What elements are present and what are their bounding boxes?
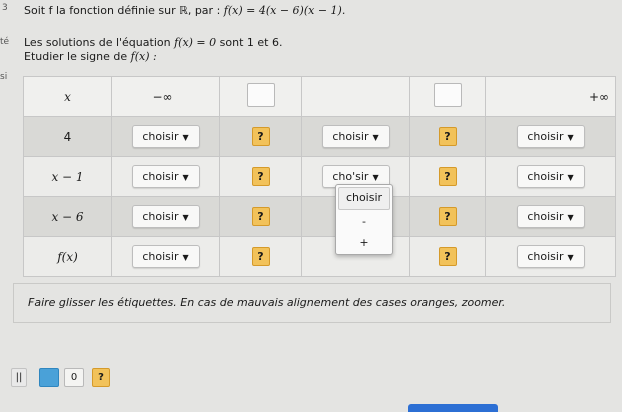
solutions-line: Les solutions de l'équation f(x) = 0 son… <box>24 36 282 49</box>
sign-select[interactable]: choisir ▼ <box>516 205 585 228</box>
question-number: 3 <box>2 3 8 13</box>
row-label: x − 6 <box>23 196 112 237</box>
intro-text: Soit f la fonction définie sur ℝ, par : <box>24 4 221 17</box>
chevron-down-icon: ▼ <box>372 173 379 182</box>
sign-select[interactable]: choisir ▼ <box>516 125 585 148</box>
task-line: Etudier le signe de f(x) : <box>24 50 157 63</box>
chevron-down-icon: ▼ <box>182 133 189 142</box>
zero-slot[interactable]: ? <box>438 207 457 226</box>
minus-infinity-cell: −∞ <box>111 76 220 117</box>
table-row: 4 choisir ▼ ? choisir ▼ ? choisir ▼ <box>23 116 616 157</box>
dropdown-option-choisir[interactable]: choisir <box>338 187 390 210</box>
drag-chip-zero[interactable]: 0 <box>64 368 84 387</box>
chevron-down-icon: ▼ <box>567 173 574 182</box>
minus-infinity: −∞ <box>152 89 173 104</box>
submit-button[interactable] <box>408 404 498 412</box>
zero-slot[interactable]: ? <box>438 127 457 146</box>
chevron-down-icon: ▼ <box>182 213 189 222</box>
sign-table: x −∞ +∞ 4 choisir ▼ ? choisir ▼ ? choisir ▼… <box>23 76 616 277</box>
solutions-end: sont 1 et 6. <box>219 36 283 49</box>
intro-line: Soit f la fonction définie sur ℝ, par : … <box>24 4 345 17</box>
drag-chip-question[interactable]: ? <box>92 368 110 387</box>
plus-infinity: +∞ <box>588 89 609 104</box>
zero-slot[interactable]: ? <box>438 167 457 186</box>
plus-infinity-cell: +∞ <box>485 76 616 117</box>
equation-formula: f(x) = 0 <box>174 36 217 49</box>
zero-slot[interactable]: ? <box>251 127 270 146</box>
root-slot-2[interactable] <box>409 76 486 117</box>
x-label: x <box>23 76 112 117</box>
chevron-down-icon: ▼ <box>567 253 574 262</box>
zero-slot[interactable]: ? <box>251 167 270 186</box>
task-formula: f(x) : <box>130 50 157 63</box>
empty-drop-box[interactable] <box>246 83 275 107</box>
chevron-down-icon: ▼ <box>182 173 189 182</box>
table-row: x − 6 choisir ▼ ? ? choisir ▼ <box>23 196 616 237</box>
zero-slot[interactable]: ? <box>251 247 270 266</box>
empty-drop-box[interactable] <box>433 83 462 107</box>
sign-select[interactable]: choisir ▼ <box>131 165 200 188</box>
zero-slot[interactable]: ? <box>251 207 270 226</box>
dropdown-option-plus[interactable]: + <box>336 233 392 254</box>
sign-select[interactable]: choisir ▼ <box>321 125 390 148</box>
row-label: 4 <box>23 116 112 157</box>
instruction-box: Faire glisser les étiquettes. En cas de … <box>13 283 611 323</box>
drag-chip-blank[interactable] <box>39 368 59 387</box>
row-label: f(x) <box>23 236 112 277</box>
function-formula: f(x) = 4(x − 6)(x − 1). <box>223 4 346 17</box>
chevron-down-icon: ▼ <box>567 133 574 142</box>
table-row: f(x) choisir ▼ ? ? choisir ▼ <box>23 236 616 277</box>
solutions-text: Les solutions de l'équation <box>24 36 171 49</box>
chevron-down-icon: ▼ <box>182 253 189 262</box>
dropdown-option-minus[interactable]: - <box>336 212 392 233</box>
chevron-down-icon: ▼ <box>567 213 574 222</box>
margin-fragment-2: si <box>0 72 8 82</box>
task-text: Etudier le signe de <box>24 50 128 63</box>
sign-select[interactable]: choisir ▼ <box>131 245 200 268</box>
drag-chip-bar[interactable]: || <box>11 368 27 387</box>
sign-select[interactable]: choisir ▼ <box>131 205 200 228</box>
header-row: x −∞ +∞ <box>23 76 616 117</box>
sign-select[interactable]: choisir ▼ <box>516 165 585 188</box>
root-slot-1[interactable] <box>219 76 302 117</box>
table-row: x − 1 choisir ▼ ? cho'sir ▼ ? choisir ▼ <box>23 156 616 197</box>
sign-dropdown-menu: choisir - + <box>335 184 393 255</box>
chevron-down-icon: ▼ <box>372 133 379 142</box>
sign-select[interactable]: choisir ▼ <box>131 125 200 148</box>
sign-select[interactable]: choisir ▼ <box>516 245 585 268</box>
margin-fragment-1: té <box>0 37 10 47</box>
zero-slot[interactable]: ? <box>438 247 457 266</box>
row-label: x − 1 <box>23 156 112 197</box>
